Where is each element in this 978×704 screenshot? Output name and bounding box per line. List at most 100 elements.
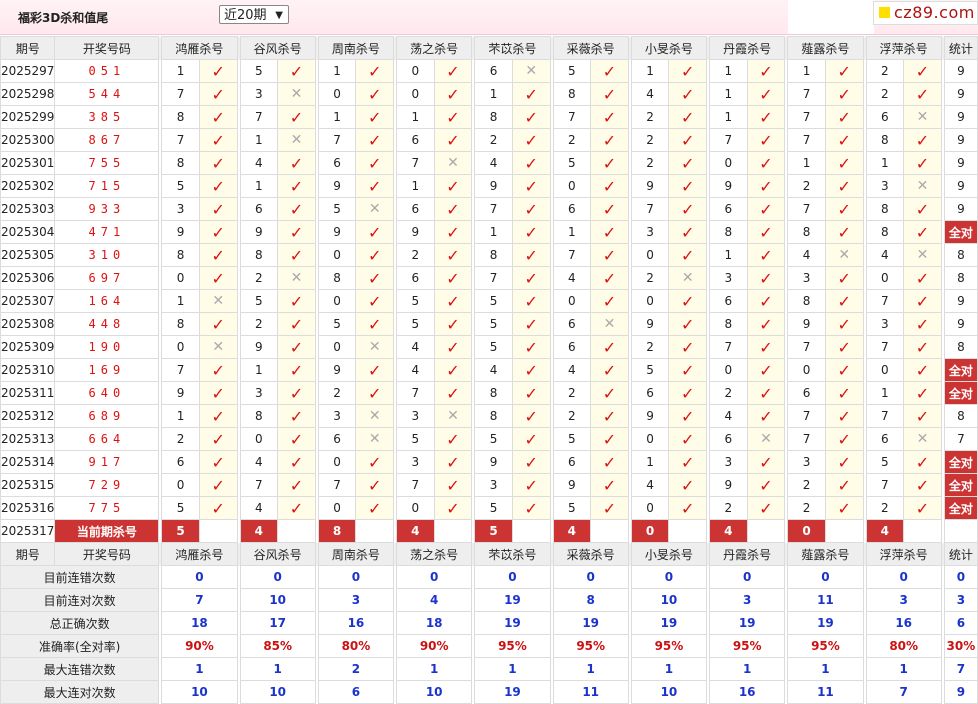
check-icon: ✓ bbox=[903, 151, 942, 175]
check-icon: ✓ bbox=[277, 105, 316, 129]
kill-value: 7 bbox=[787, 82, 826, 106]
header-issue: 期号 bbox=[0, 542, 56, 566]
cross-icon: ✕ bbox=[277, 82, 316, 106]
check-icon: ✓ bbox=[824, 59, 864, 83]
kill-value: 9 bbox=[630, 404, 670, 428]
stats-value: 0 bbox=[709, 565, 786, 589]
stat-count: 8 bbox=[943, 404, 978, 428]
all-right-badge: 全对 bbox=[943, 473, 978, 497]
check-icon: ✓ bbox=[824, 427, 864, 451]
kill-value: 3 bbox=[787, 266, 826, 290]
check-icon: ✓ bbox=[746, 59, 786, 83]
stats-value: 1 bbox=[709, 657, 786, 681]
kill-value: 0 bbox=[630, 289, 670, 313]
header-issue: 期号 bbox=[0, 36, 56, 60]
stat-count: 7 bbox=[943, 427, 978, 451]
cross-icon: ✕ bbox=[590, 312, 629, 336]
stats-value: 95% bbox=[474, 634, 551, 658]
stats-value: 16 bbox=[709, 680, 786, 704]
kill-value: 8 bbox=[239, 243, 279, 267]
check-icon: ✓ bbox=[668, 496, 708, 520]
stats-value: 7 bbox=[161, 588, 238, 612]
check-icon: ✓ bbox=[903, 82, 942, 106]
kill-value: 8 bbox=[709, 312, 748, 336]
kill-value: 6 bbox=[709, 197, 748, 221]
kill-value: 6 bbox=[865, 105, 905, 129]
stats-value: 10 bbox=[161, 680, 238, 704]
kill-value: 0 bbox=[317, 450, 357, 474]
check-icon: ✓ bbox=[198, 266, 238, 290]
stats-value: 1 bbox=[239, 657, 316, 681]
draw-numbers: 640 bbox=[54, 381, 160, 405]
stats-value: 95% bbox=[552, 634, 629, 658]
kill-value: 5 bbox=[161, 496, 200, 520]
kill-value: 1 bbox=[317, 105, 357, 129]
kill-value: 9 bbox=[161, 220, 200, 244]
stats-row: 目前连对次数 7 10 3 4 19 8 10 3 11 3 3 bbox=[0, 588, 978, 612]
table-row: 2025302 715 5 ✓ 1 ✓ 9 ✓ 1 ✓ 9 ✓ 0 ✓ 9 ✓ 9 ✓ 2 ✓ 3 ✕ 9 bbox=[0, 174, 978, 198]
kill-value: 8 bbox=[552, 82, 592, 106]
period-select[interactable]: 近20期 ▼ bbox=[219, 5, 289, 24]
check-icon: ✓ bbox=[355, 151, 395, 175]
table-row: 2025309 190 0 ✕ 9 ✓ 0 ✕ 4 ✓ 5 ✓ 6 ✓ 2 ✓ 7 ✓ 7 ✓ 7 ✓ 8 bbox=[0, 335, 978, 359]
site-logo[interactable]: cz89.com bbox=[873, 1, 978, 25]
kill-value: 7 bbox=[239, 105, 279, 129]
current-kill-value: 4 bbox=[709, 519, 748, 543]
kill-value: 4 bbox=[474, 358, 513, 382]
stats-label: 准确率(全对率) bbox=[0, 634, 160, 658]
stat-count: 9 bbox=[943, 59, 978, 83]
kill-value: 6 bbox=[552, 335, 592, 359]
draw-numbers: 697 bbox=[54, 266, 160, 290]
header-stat: 统计 bbox=[943, 36, 978, 60]
kill-value: 5 bbox=[239, 59, 279, 83]
header-expert: 丹霞杀号 bbox=[709, 542, 786, 566]
check-icon: ✓ bbox=[590, 427, 629, 451]
header-expert: 芣苡杀号 bbox=[474, 542, 551, 566]
check-icon: ✓ bbox=[668, 289, 708, 313]
kill-value: 7 bbox=[787, 404, 826, 428]
stats-row: 最大连对次数 10 10 6 10 19 11 10 16 11 7 9 bbox=[0, 680, 978, 704]
check-icon: ✓ bbox=[746, 496, 786, 520]
logo-text: cz89.com bbox=[894, 3, 975, 22]
issue-number: 2025302 bbox=[0, 174, 56, 198]
kill-value: 1 bbox=[239, 358, 279, 382]
kill-value: 3 bbox=[709, 266, 748, 290]
check-icon: ✓ bbox=[903, 220, 942, 244]
kill-value: 9 bbox=[474, 450, 513, 474]
stats-value: 3 bbox=[317, 588, 395, 612]
stats-value: 11 bbox=[787, 680, 864, 704]
check-icon: ✓ bbox=[590, 151, 629, 175]
current-kill-value: 5 bbox=[161, 519, 200, 543]
kill-value: 0 bbox=[630, 427, 670, 451]
kill-value: 2 bbox=[709, 496, 748, 520]
kill-value: 4 bbox=[865, 243, 905, 267]
kill-value: 1 bbox=[709, 105, 748, 129]
kill-value: 2 bbox=[630, 266, 670, 290]
kill-value: 9 bbox=[630, 174, 670, 198]
check-icon: ✓ bbox=[746, 473, 786, 497]
kill-value: 4 bbox=[239, 496, 279, 520]
check-icon: ✓ bbox=[198, 450, 238, 474]
check-icon: ✓ bbox=[277, 427, 316, 451]
kill-value: 2 bbox=[709, 381, 748, 405]
kill-value: 9 bbox=[317, 174, 357, 198]
check-icon: ✓ bbox=[668, 59, 708, 83]
kill-value: 4 bbox=[396, 335, 435, 359]
all-right-badge: 全对 bbox=[943, 450, 978, 474]
check-icon: ✓ bbox=[746, 335, 786, 359]
kill-value: 2 bbox=[552, 404, 592, 428]
kill-value: 2 bbox=[865, 496, 905, 520]
stats-value: 10 bbox=[396, 680, 473, 704]
check-icon: ✓ bbox=[355, 358, 395, 382]
kill-value: 8 bbox=[787, 289, 826, 313]
check-icon: ✓ bbox=[668, 427, 708, 451]
kill-value: 6 bbox=[396, 266, 435, 290]
kill-value: 6 bbox=[161, 450, 200, 474]
table-row: 2025300 867 7 ✓ 1 ✕ 7 ✓ 6 ✓ 2 ✓ 2 ✓ 2 ✓ 7 ✓ 7 ✓ 8 ✓ 9 bbox=[0, 128, 978, 152]
kill-value: 8 bbox=[161, 151, 200, 175]
kill-value: 9 bbox=[317, 358, 357, 382]
check-icon: ✓ bbox=[433, 243, 473, 267]
kill-value: 0 bbox=[317, 496, 357, 520]
issue-number: 2025297 bbox=[0, 59, 56, 83]
stats-value: 10 bbox=[630, 680, 708, 704]
